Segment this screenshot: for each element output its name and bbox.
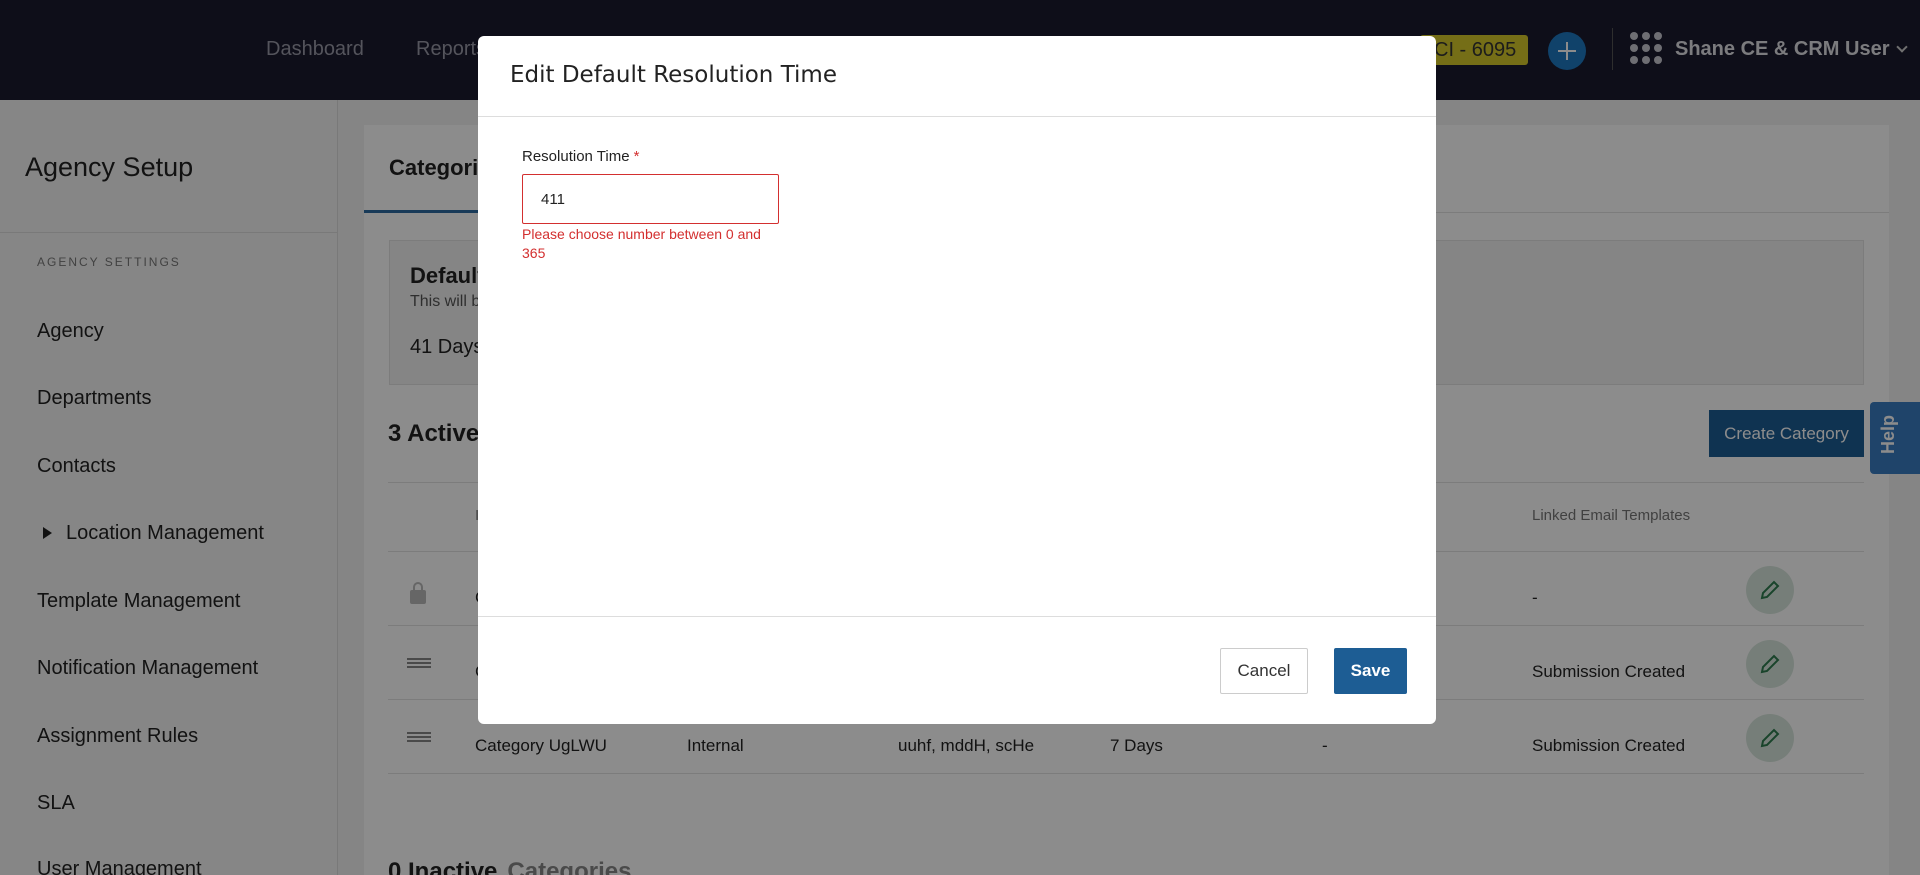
resolution-time-error: Please choose number between 0 and 365 bbox=[522, 226, 761, 261]
field-label-text: Resolution Time bbox=[522, 148, 630, 165]
cancel-button[interactable]: Cancel bbox=[1220, 648, 1308, 694]
modal-header-divider bbox=[478, 116, 1436, 117]
resolution-time-label: Resolution Time * bbox=[522, 148, 639, 165]
save-button[interactable]: Save bbox=[1334, 648, 1407, 694]
modal-footer-divider bbox=[478, 616, 1436, 617]
modal-title: Edit Default Resolution Time bbox=[510, 62, 837, 88]
resolution-time-input[interactable] bbox=[522, 174, 779, 224]
required-mark: * bbox=[633, 148, 640, 165]
edit-resolution-time-modal: Edit Default Resolution Time Resolution … bbox=[478, 36, 1436, 724]
